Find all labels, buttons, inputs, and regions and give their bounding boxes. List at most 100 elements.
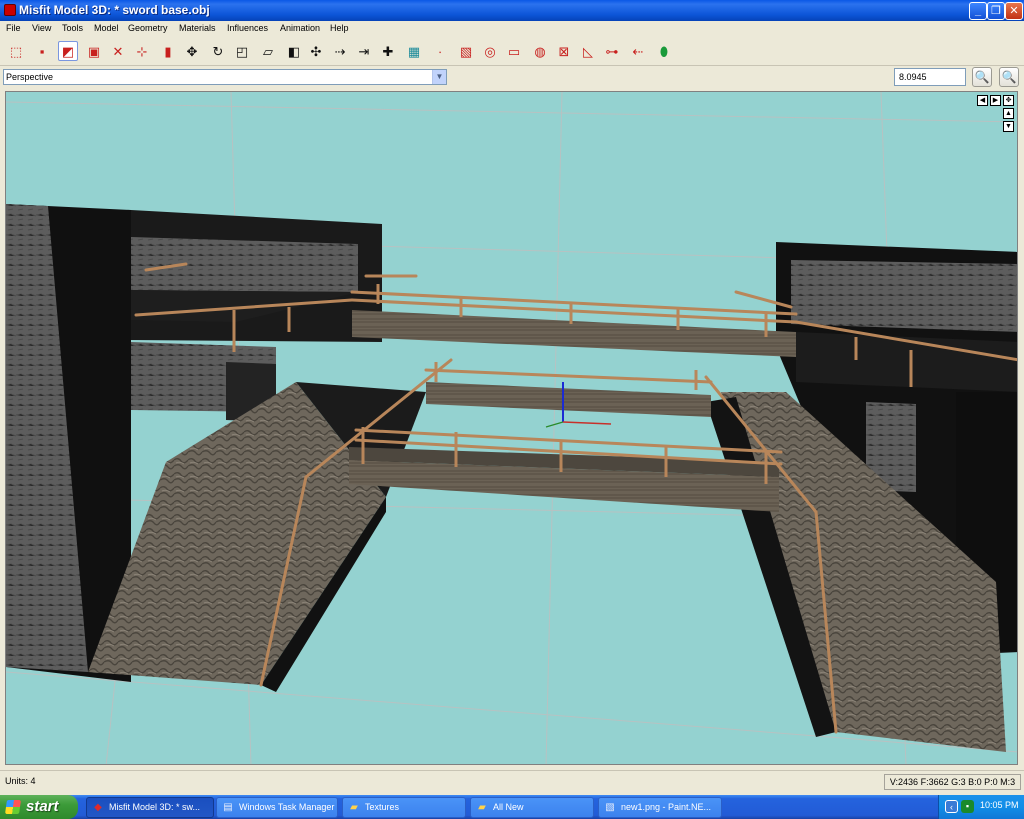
select-vertices-tool[interactable]: ⬚ [6,41,26,61]
create-projection-tool[interactable]: ⬮ [654,41,674,61]
drag-face-tool[interactable]: ⇥ [354,41,374,61]
create-bone-icon: ✚ [382,43,394,59]
create-polygon-icon: ◺ [583,43,593,59]
paint-texture-icon: ▦ [407,43,421,59]
create-point-icon: ⇠ [632,43,644,59]
select-bone-joints-tool[interactable]: ✕ [108,41,128,61]
taskbar-item[interactable]: ▤ Windows Task Manager [216,797,338,818]
shear-icon: ▱ [263,43,273,59]
minimize-button[interactable]: _ [969,2,987,20]
menu-materials[interactable]: Materials [179,23,216,33]
create-torus-icon: ◍ [534,43,546,59]
3d-viewport[interactable]: ◀ ▶ ✥ ▲ ▼ [5,91,1018,765]
zoom-out-button[interactable]: 🔍 [999,67,1019,87]
projection-value: Perspective [6,72,54,82]
application-window: Misfit Model 3D: * sword base.obj _ ❐ ✕ … [0,0,1024,819]
drag-face-icon: ⇥ [358,43,370,59]
title-bar: Misfit Model 3D: * sword base.obj _ ❐ ✕ [0,0,1024,21]
select-projections-tool[interactable]: ▮ [158,41,178,61]
select-projections-icon: ▮ [164,43,172,59]
rotate-tool[interactable]: ↻ [208,41,228,61]
taskbar-item-label: Windows Task Manager [239,802,335,812]
create-point-tool[interactable]: ⇠ [628,41,648,61]
paint-texture-tool[interactable]: ▦ [404,41,424,61]
attract-icon: ✣ [310,43,322,59]
toolbar: ⬚ ▪ ◩ ▣ ✕ ⊹ ▮ ✥ ↻ ◰ ▱ ◧ ✣ ⇢ ⇥ ✚ ▦ ∙ ▧ ◎ ▭ ◍ ⊠ ◺ ⊶ ⇠ ⬮ [0,37,1024,66]
magnifier-minus-icon: 🔍 [1001,70,1017,84]
taskbar-item-label: Misfit Model 3D: * sw... [109,802,201,812]
taskbar-item[interactable]: ▰ Textures [342,797,466,818]
pan-icon[interactable]: ✥ [1003,95,1014,106]
window-title: Misfit Model 3D: * sword base.obj [19,3,210,17]
windows-logo-icon [5,800,21,814]
start-label: start [26,798,59,815]
rotate-down-button[interactable]: ▼ [1003,121,1014,132]
scale-tool[interactable]: ◰ [232,41,252,61]
create-torus-tool[interactable]: ◍ [530,41,550,61]
zoom-level-input[interactable]: 8.0945 [894,68,966,86]
select-faces-tool[interactable]: ▪ [32,41,52,61]
folder-icon: ▰ [478,801,486,813]
extrude-icon: ◧ [287,43,301,59]
create-sphere-tool[interactable]: ◎ [480,41,500,61]
menu-influences[interactable]: Influences [227,23,268,33]
rotate-left-button[interactable]: ◀ [977,95,988,106]
move-icon: ✥ [186,43,198,59]
taskbar-clock[interactable]: 10:05 PM [980,800,1019,810]
create-cylinder-tool[interactable]: ▭ [504,41,524,61]
taskbar-item[interactable]: ▧ new1.png - Paint.NE... [598,797,722,818]
create-cube-tool[interactable]: ⊠ [554,41,574,61]
menu-file[interactable]: File [6,23,21,33]
projection-select[interactable]: Perspective ▼ [3,69,447,85]
select-groups-tool[interactable]: ▣ [84,41,104,61]
taskbar-item[interactable]: ▰ All New [470,797,594,818]
zoom-in-button[interactable]: 🔍 [972,67,992,87]
rotate-up-button[interactable]: ▲ [1003,108,1014,119]
select-connected-icon: ◩ [61,43,75,59]
create-vertex-icon: ∙ [438,43,442,59]
create-polygon-tool[interactable]: ◺ [578,41,598,61]
select-points-tool[interactable]: ⊹ [132,41,152,61]
create-cube-icon: ⊠ [558,43,570,59]
taskbar-item-label: new1.png - Paint.NE... [621,802,712,812]
move-tool[interactable]: ✥ [182,41,202,61]
status-bar: Units: 4 V:2436 F:3662 G:3 B:0 P:0 M:3 [0,770,1024,792]
misfit-icon: ◆ [94,801,102,813]
rotate-right-button[interactable]: ▶ [990,95,1001,106]
close-button[interactable]: ✕ [1005,2,1023,20]
rotate-icon: ↻ [212,43,224,59]
select-connected-tool[interactable]: ◩ [58,41,78,61]
task-manager-icon: ▤ [223,801,233,813]
security-icon[interactable]: ▪ [961,800,974,813]
create-ellipse-tool[interactable]: ⊶ [602,41,622,61]
units-readout: Units: 4 [5,776,36,786]
drag-vertex-tool[interactable]: ⇢ [330,41,350,61]
create-bone-tool[interactable]: ✚ [378,41,398,61]
scale-icon: ◰ [235,43,249,59]
create-vertex-tool[interactable]: ∙ [430,41,450,61]
menu-tools[interactable]: Tools [62,23,83,33]
select-points-icon: ⊹ [136,43,148,59]
start-button[interactable]: start [0,795,78,819]
menu-animation[interactable]: Animation [280,23,320,33]
menu-help[interactable]: Help [330,23,349,33]
attract-tool[interactable]: ✣ [306,41,326,61]
folder-icon: ▰ [350,801,358,813]
maximize-button[interactable]: ❐ [987,2,1005,20]
misfit-app-icon[interactable] [4,4,16,16]
shear-tool[interactable]: ▱ [258,41,278,61]
menu-view[interactable]: View [32,23,51,33]
taskbar-item[interactable]: ◆ Misfit Model 3D: * sw... [86,797,214,818]
network-icon[interactable]: ‹ [945,800,958,813]
chevron-down-icon[interactable]: ▼ [432,70,446,84]
menu-model[interactable]: Model [94,23,119,33]
create-ellipse-icon: ⊶ [605,43,619,59]
create-rectangle-tool[interactable]: ▧ [456,41,476,61]
windows-taskbar: start ◆ Misfit Model 3D: * sw... ▤ Windows … [0,795,1024,819]
extrude-tool[interactable]: ◧ [284,41,304,61]
taskbar-item-label: All New [493,802,524,812]
menu-geometry[interactable]: Geometry [128,23,168,33]
create-rectangle-icon: ▧ [459,43,473,59]
select-vertices-icon: ⬚ [9,43,23,59]
select-bone-joints-icon: ✕ [112,43,124,59]
